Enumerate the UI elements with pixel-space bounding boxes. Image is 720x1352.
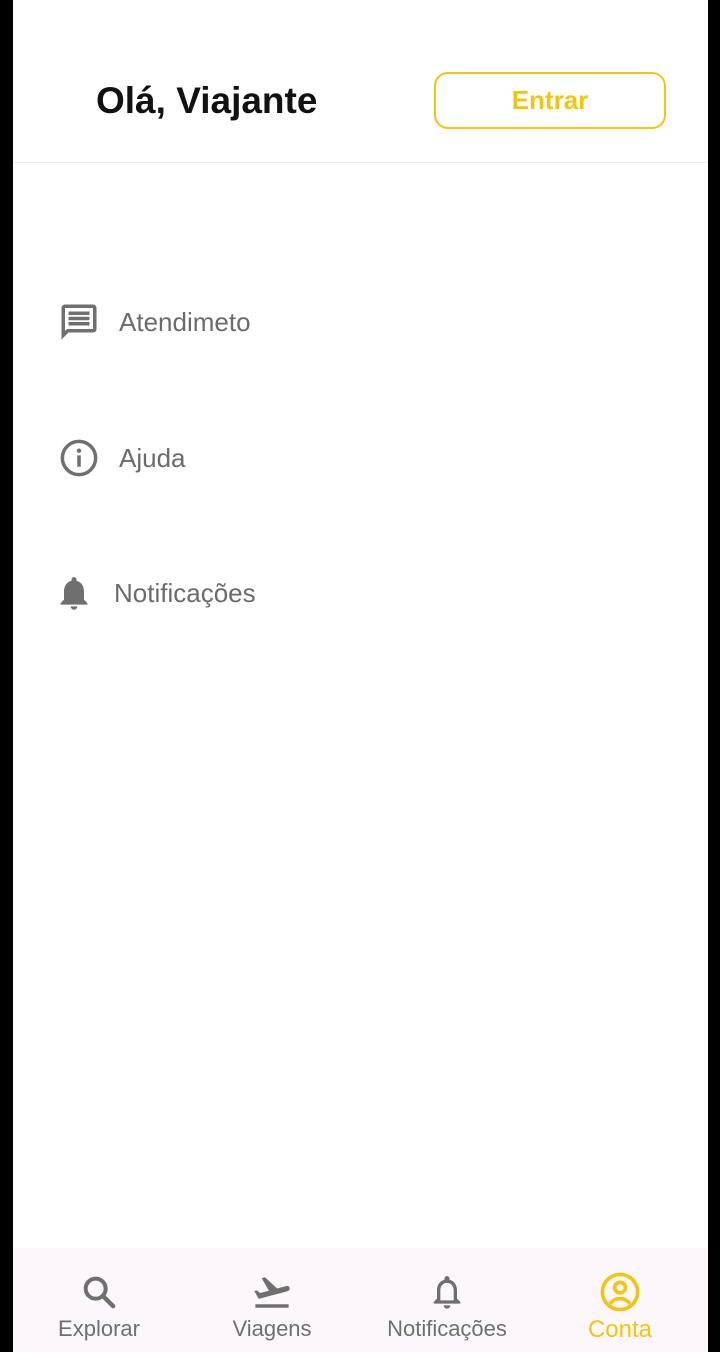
tab-conta[interactable]: Conta	[578, 1248, 662, 1352]
tab-notificacoes[interactable]: Notificações	[377, 1248, 517, 1352]
account-screen: Olá, Viajante Entrar Atendimeto Ajuda No…	[13, 0, 708, 1352]
menu-item-label: Ajuda	[119, 442, 186, 473]
flight-departure-icon	[250, 1270, 294, 1314]
tab-label: Conta	[587, 1316, 653, 1343]
login-button[interactable]: Entrar	[434, 72, 666, 129]
chat-icon	[57, 300, 101, 344]
info-icon	[57, 436, 101, 480]
bottom-tab-bar: Explorar Viagens Notificações Conta	[13, 1248, 708, 1352]
menu-item-notificacoes[interactable]: Notificações	[52, 563, 256, 623]
tab-label: Viagens	[232, 1316, 312, 1341]
greeting-title: Olá, Viajante	[96, 80, 318, 121]
menu-item-label: Notificações	[114, 577, 256, 608]
menu-item-label: Atendimeto	[119, 306, 251, 337]
tab-label: Explorar	[58, 1316, 140, 1341]
search-icon	[77, 1270, 121, 1314]
tab-viagens[interactable]: Viagens	[222, 1248, 322, 1352]
tab-label: Notificações	[387, 1316, 507, 1341]
header: Olá, Viajante Entrar	[13, 0, 708, 163]
tab-explorar[interactable]: Explorar	[50, 1248, 148, 1352]
bell-outline-icon	[425, 1270, 469, 1314]
bell-icon	[52, 571, 96, 615]
menu-item-atendimento[interactable]: Atendimeto	[57, 292, 251, 352]
account-circle-icon	[598, 1270, 642, 1314]
menu-item-ajuda[interactable]: Ajuda	[57, 428, 186, 488]
